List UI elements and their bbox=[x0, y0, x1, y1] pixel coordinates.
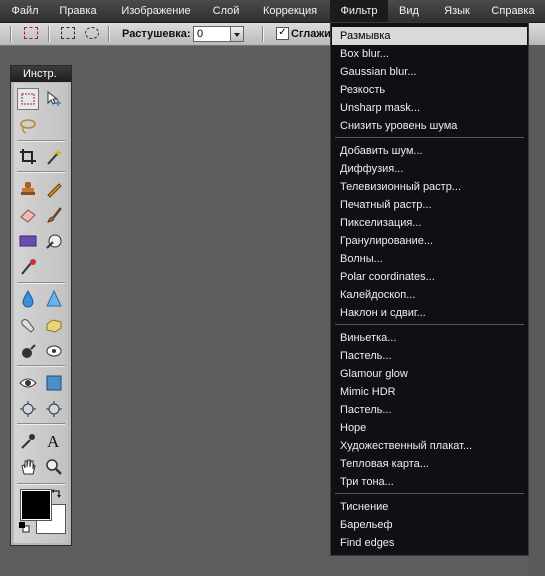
color-picker-left-icon[interactable] bbox=[17, 398, 39, 420]
ellipse-select-mode-icon[interactable] bbox=[85, 27, 99, 39]
brush-icon[interactable] bbox=[43, 204, 65, 226]
menu-item-halftone[interactable]: Печатный растр... bbox=[340, 196, 432, 214]
toolbox-divider bbox=[17, 140, 65, 142]
sharpen-icon[interactable] bbox=[43, 288, 65, 310]
antialias-checkbox[interactable]: ✓ bbox=[276, 27, 289, 40]
smudge-icon[interactable] bbox=[17, 314, 39, 336]
feather-input[interactable]: 0 bbox=[193, 26, 232, 42]
options-divider bbox=[262, 26, 264, 42]
replace-color-icon[interactable] bbox=[43, 230, 65, 252]
dodge-icon[interactable] bbox=[43, 340, 65, 362]
toolbox-body: A bbox=[14, 83, 68, 543]
move-icon[interactable] bbox=[43, 88, 65, 110]
menu-layer[interactable]: Слой bbox=[205, 0, 247, 22]
default-colors-icon[interactable] bbox=[18, 521, 30, 533]
menu-item-glamour-glow[interactable]: Glamour glow bbox=[340, 365, 408, 383]
menu-item-tv-raster[interactable]: Телевизионный растр... bbox=[340, 178, 461, 196]
menu-item-pastel-2[interactable]: Пастель... bbox=[340, 401, 392, 419]
menu-item-kaleidoscope[interactable]: Калейдоскоп... bbox=[340, 286, 415, 304]
crop-icon[interactable] bbox=[17, 146, 39, 168]
menu-item-heat-map[interactable]: Тепловая карта... bbox=[340, 455, 429, 473]
menu-item-sharpen[interactable]: Резкость bbox=[340, 81, 385, 99]
sponge-icon[interactable] bbox=[43, 314, 65, 336]
svg-text:A: A bbox=[47, 432, 60, 450]
menu-item-reduce-noise[interactable]: Снизить уровень шума bbox=[340, 117, 457, 135]
zoom-icon[interactable] bbox=[43, 456, 65, 478]
eye-icon[interactable] bbox=[17, 372, 39, 394]
menu-edit[interactable]: Правка bbox=[52, 0, 104, 22]
eraser-icon[interactable] bbox=[17, 204, 39, 226]
feather-dropdown-button[interactable] bbox=[230, 26, 244, 42]
menu-item-bas-relief[interactable]: Барельеф bbox=[340, 516, 393, 534]
text-icon[interactable]: A bbox=[43, 430, 65, 452]
burn-icon[interactable] bbox=[17, 340, 39, 362]
foreground-color-swatch[interactable] bbox=[20, 489, 52, 521]
antialias-label: Сглажи bbox=[291, 28, 331, 40]
menu-item-diffuse[interactable]: Диффузия... bbox=[340, 160, 403, 178]
marquee-icon[interactable] bbox=[17, 88, 39, 110]
menu-item-emboss[interactable]: Тиснение bbox=[340, 498, 388, 516]
magic-wand-icon[interactable] bbox=[43, 146, 65, 168]
menu-view[interactable]: Вид bbox=[392, 0, 426, 22]
menu-adjustments[interactable]: Коррекция bbox=[253, 0, 327, 22]
menu-item-blur[interactable]: Размывка bbox=[332, 27, 527, 45]
menu-bar: Файл Правка Изображение Слой Коррекция Ф… bbox=[0, 0, 545, 23]
menu-item-pixelate[interactable]: Пикселизация... bbox=[340, 214, 422, 232]
blur-icon[interactable] bbox=[17, 288, 39, 310]
swap-colors-icon[interactable] bbox=[50, 488, 64, 502]
lasso-icon[interactable] bbox=[17, 115, 39, 137]
toolbox-panel: Инстр. A bbox=[10, 65, 72, 546]
menu-item-add-noise[interactable]: Добавить шум... bbox=[340, 142, 423, 160]
menu-item-poster[interactable]: Художественный плакат... bbox=[340, 437, 472, 455]
feather-label: Растушевка: bbox=[122, 28, 191, 40]
color-picker-right-icon[interactable] bbox=[43, 398, 65, 420]
toolbox-title: Инстр. bbox=[11, 66, 71, 82]
menu-item-waves[interactable]: Волны... bbox=[340, 250, 383, 268]
menu-file[interactable]: Файл bbox=[4, 0, 46, 22]
eyedropper-icon[interactable] bbox=[17, 430, 39, 452]
menu-item-grain[interactable]: Гранулирование... bbox=[340, 232, 433, 250]
menu-image[interactable]: Изображение bbox=[112, 0, 200, 22]
menu-item-unsharp-mask[interactable]: Unsharp mask... bbox=[340, 99, 420, 117]
menu-item-pastel[interactable]: Пастель... bbox=[340, 347, 392, 365]
toolbox-divider bbox=[17, 282, 65, 284]
toolbox-divider bbox=[17, 171, 65, 173]
menu-item-tilt-shift[interactable]: Наклон и сдвиг... bbox=[340, 304, 426, 322]
canvas-scroll-area bbox=[529, 45, 545, 576]
menu-item-find-edges[interactable]: Find edges bbox=[340, 534, 394, 552]
menu-help[interactable]: Справка bbox=[484, 0, 542, 22]
menu-item-box-blur[interactable]: Box blur... bbox=[340, 45, 389, 63]
menu-item-polar-coordinates[interactable]: Polar coordinates... bbox=[340, 268, 435, 286]
rectangle-icon[interactable] bbox=[17, 230, 39, 252]
menu-separator bbox=[335, 493, 524, 494]
menu-item-mimic-hdr[interactable]: Mimic HDR bbox=[340, 383, 396, 401]
stamp-icon[interactable] bbox=[17, 178, 39, 200]
options-divider bbox=[10, 26, 12, 42]
menu-item-tritone[interactable]: Три тона... bbox=[340, 473, 394, 491]
menu-filter[interactable]: Фильтр bbox=[330, 0, 388, 22]
options-divider bbox=[48, 26, 50, 42]
hand-icon[interactable] bbox=[17, 456, 39, 478]
square-icon[interactable] bbox=[43, 372, 65, 394]
filter-menu-dropdown: Размывка Box blur... Gaussian blur... Ре… bbox=[330, 22, 529, 556]
menu-item-hope[interactable]: Hope bbox=[340, 419, 366, 437]
pencil-icon[interactable] bbox=[43, 178, 65, 200]
menu-item-vignette[interactable]: Виньетка... bbox=[340, 329, 396, 347]
red-eye-icon[interactable] bbox=[17, 256, 39, 278]
rect-marquee-icon[interactable] bbox=[24, 27, 38, 39]
menu-separator bbox=[335, 137, 524, 138]
toolbox-divider bbox=[17, 365, 65, 367]
menu-language[interactable]: Язык bbox=[434, 0, 480, 22]
toolbox-divider bbox=[17, 483, 65, 485]
rect-select-mode-icon[interactable] bbox=[61, 27, 75, 39]
toolbox-divider bbox=[17, 423, 65, 425]
options-divider bbox=[108, 26, 110, 42]
menu-item-gaussian-blur[interactable]: Gaussian blur... bbox=[340, 63, 416, 81]
menu-separator bbox=[335, 324, 524, 325]
